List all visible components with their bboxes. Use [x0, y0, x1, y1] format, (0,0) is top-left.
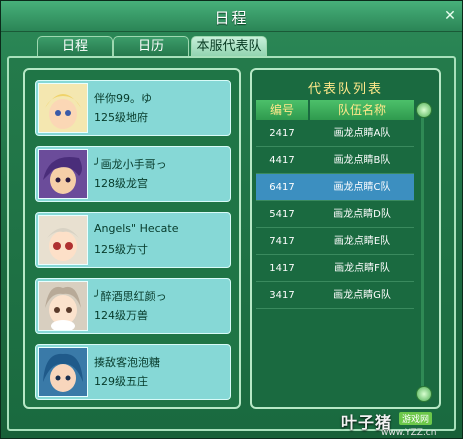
member-level: 124级万兽 — [94, 309, 148, 322]
team-name: 画龙点睛E队 — [333, 236, 391, 247]
team-id: 3417 — [269, 290, 295, 301]
table-row[interactable]: 5417 画龙点睛D队 — [256, 201, 414, 228]
table-row[interactable]: 2417 画龙点睛A队 — [256, 120, 414, 147]
team-name: 画龙点睛C队 — [333, 182, 391, 193]
column-header-team-name: 队伍名称 — [310, 100, 414, 120]
member-name: ╯醉酒思红颜っ — [94, 290, 167, 303]
team-id: 1417 — [269, 263, 295, 274]
tab-calendar[interactable]: 日历 — [113, 36, 189, 56]
team-id: 6417 — [269, 182, 295, 193]
scroll-down-icon[interactable] — [416, 386, 432, 402]
team-list-panel: 代表队列表 编号 队伍名称 2417 画龙点睛A队 4417 画龙点睛B队 64… — [250, 68, 441, 409]
member-name: 揍敌客泡泡糖 — [94, 356, 160, 369]
scrollbar[interactable] — [421, 118, 424, 386]
team-id: 4417 — [269, 155, 295, 166]
table-row[interactable]: 6417 画龙点睛C队 — [256, 174, 414, 201]
team-name: 画龙点睛F队 — [334, 263, 390, 274]
member-level: 125级方寸 — [94, 243, 148, 256]
watermark-url: www.YZZ.cn — [381, 428, 437, 438]
tab-schedule[interactable]: 日程 — [37, 36, 113, 56]
member-level: 128级龙宫 — [94, 177, 148, 190]
schedule-window: 日程 ✕ 日程 日历 本服代表队 伴你99。ゆ 125级地府 ╯画龙小手哥っ 1… — [0, 0, 463, 439]
team-id: 2417 — [269, 128, 295, 139]
member-name: ╯画龙小手哥っ — [94, 158, 167, 171]
avatar — [38, 83, 88, 133]
avatar — [38, 149, 88, 199]
member-level: 125级地府 — [94, 111, 148, 124]
watermark: 叶子猪 游戏网 www.YZZ.cn — [341, 409, 461, 439]
team-name: 画龙点睛A队 — [333, 128, 391, 139]
member-card[interactable]: Angels" Hecate 125级方寸 — [35, 212, 231, 268]
member-card[interactable]: ╯醉酒思红颜っ 124级万兽 — [35, 278, 231, 334]
team-name: 画龙点睛B队 — [333, 155, 391, 166]
team-id: 5417 — [269, 209, 295, 220]
member-card[interactable]: ╯画龙小手哥っ 128级龙宫 — [35, 146, 231, 202]
table-row[interactable]: 3417 画龙点睛G队 — [256, 282, 414, 309]
title-bar[interactable]: 日程 ✕ — [1, 1, 462, 32]
member-card[interactable]: 揍敌客泡泡糖 129级五庄 — [35, 344, 231, 400]
member-card[interactable]: 伴你99。ゆ 125级地府 — [35, 80, 231, 136]
team-name: 画龙点睛D队 — [333, 209, 391, 220]
team-members-panel: 伴你99。ゆ 125级地府 ╯画龙小手哥っ 128级龙宫 Angels" Hec… — [23, 68, 241, 409]
table-row[interactable]: 7417 画龙点睛E队 — [256, 228, 414, 255]
tab-server-team[interactable]: 本服代表队 — [191, 36, 267, 57]
team-id: 7417 — [269, 236, 295, 247]
scroll-up-icon[interactable] — [416, 102, 432, 118]
team-list-title: 代表队列表 — [307, 82, 383, 97]
table-row[interactable]: 4417 画龙点睛B队 — [256, 147, 414, 174]
member-name: 伴你99。ゆ — [94, 92, 152, 105]
avatar — [38, 281, 88, 331]
watermark-badge: 游戏网 — [399, 412, 433, 425]
member-name: Angels" Hecate — [94, 222, 179, 235]
table-row[interactable]: 1417 画龙点睛F队 — [256, 255, 414, 282]
avatar — [38, 215, 88, 265]
close-icon[interactable]: ✕ — [442, 8, 458, 24]
avatar — [38, 347, 88, 397]
member-level: 129级五庄 — [94, 375, 148, 388]
window-title: 日程 — [214, 9, 249, 27]
column-header-id: 编号 — [256, 100, 308, 120]
team-name: 画龙点睛G队 — [333, 290, 391, 301]
